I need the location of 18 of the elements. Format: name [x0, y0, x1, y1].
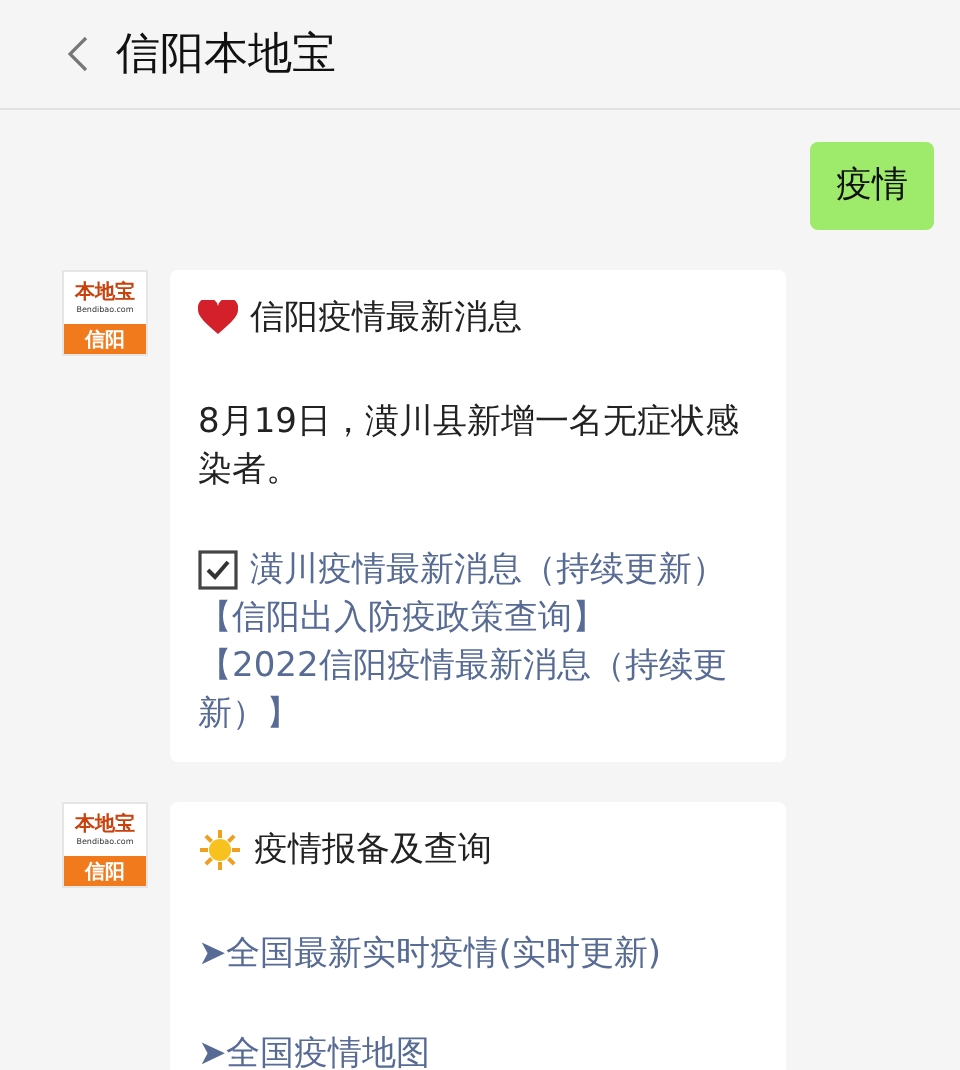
heart-icon: [198, 300, 238, 336]
city-label: 信阳: [64, 324, 146, 354]
back-icon[interactable]: [68, 36, 88, 72]
checkbox-icon: [198, 550, 238, 590]
article-link[interactable]: 潢川疫情最新消息（持续更新）: [250, 546, 726, 594]
article-link[interactable]: 【信阳出入防疫政策查询】: [198, 594, 606, 642]
sent-message: 疫情: [810, 142, 934, 230]
chat-title: 信阳本地宝: [116, 28, 336, 84]
brand-text: 本地宝: [75, 814, 135, 836]
message-text: 8月19日，潢川县新增一名无症状感染者。: [198, 400, 741, 494]
message-heading: 疫情报备及查询: [254, 828, 492, 874]
article-link[interactable]: ➤全国疫情地图: [198, 1030, 431, 1070]
article-link[interactable]: 【2022信阳疫情最新消息（持续更新）】: [198, 642, 758, 738]
article-link[interactable]: ➤全国最新实时疫情(实时更新): [198, 930, 662, 978]
sun-icon: [198, 828, 242, 872]
brand-text: 本地宝: [75, 282, 135, 304]
city-label: 信阳: [64, 856, 146, 886]
message-heading: 信阳疫情最新消息: [250, 296, 522, 342]
